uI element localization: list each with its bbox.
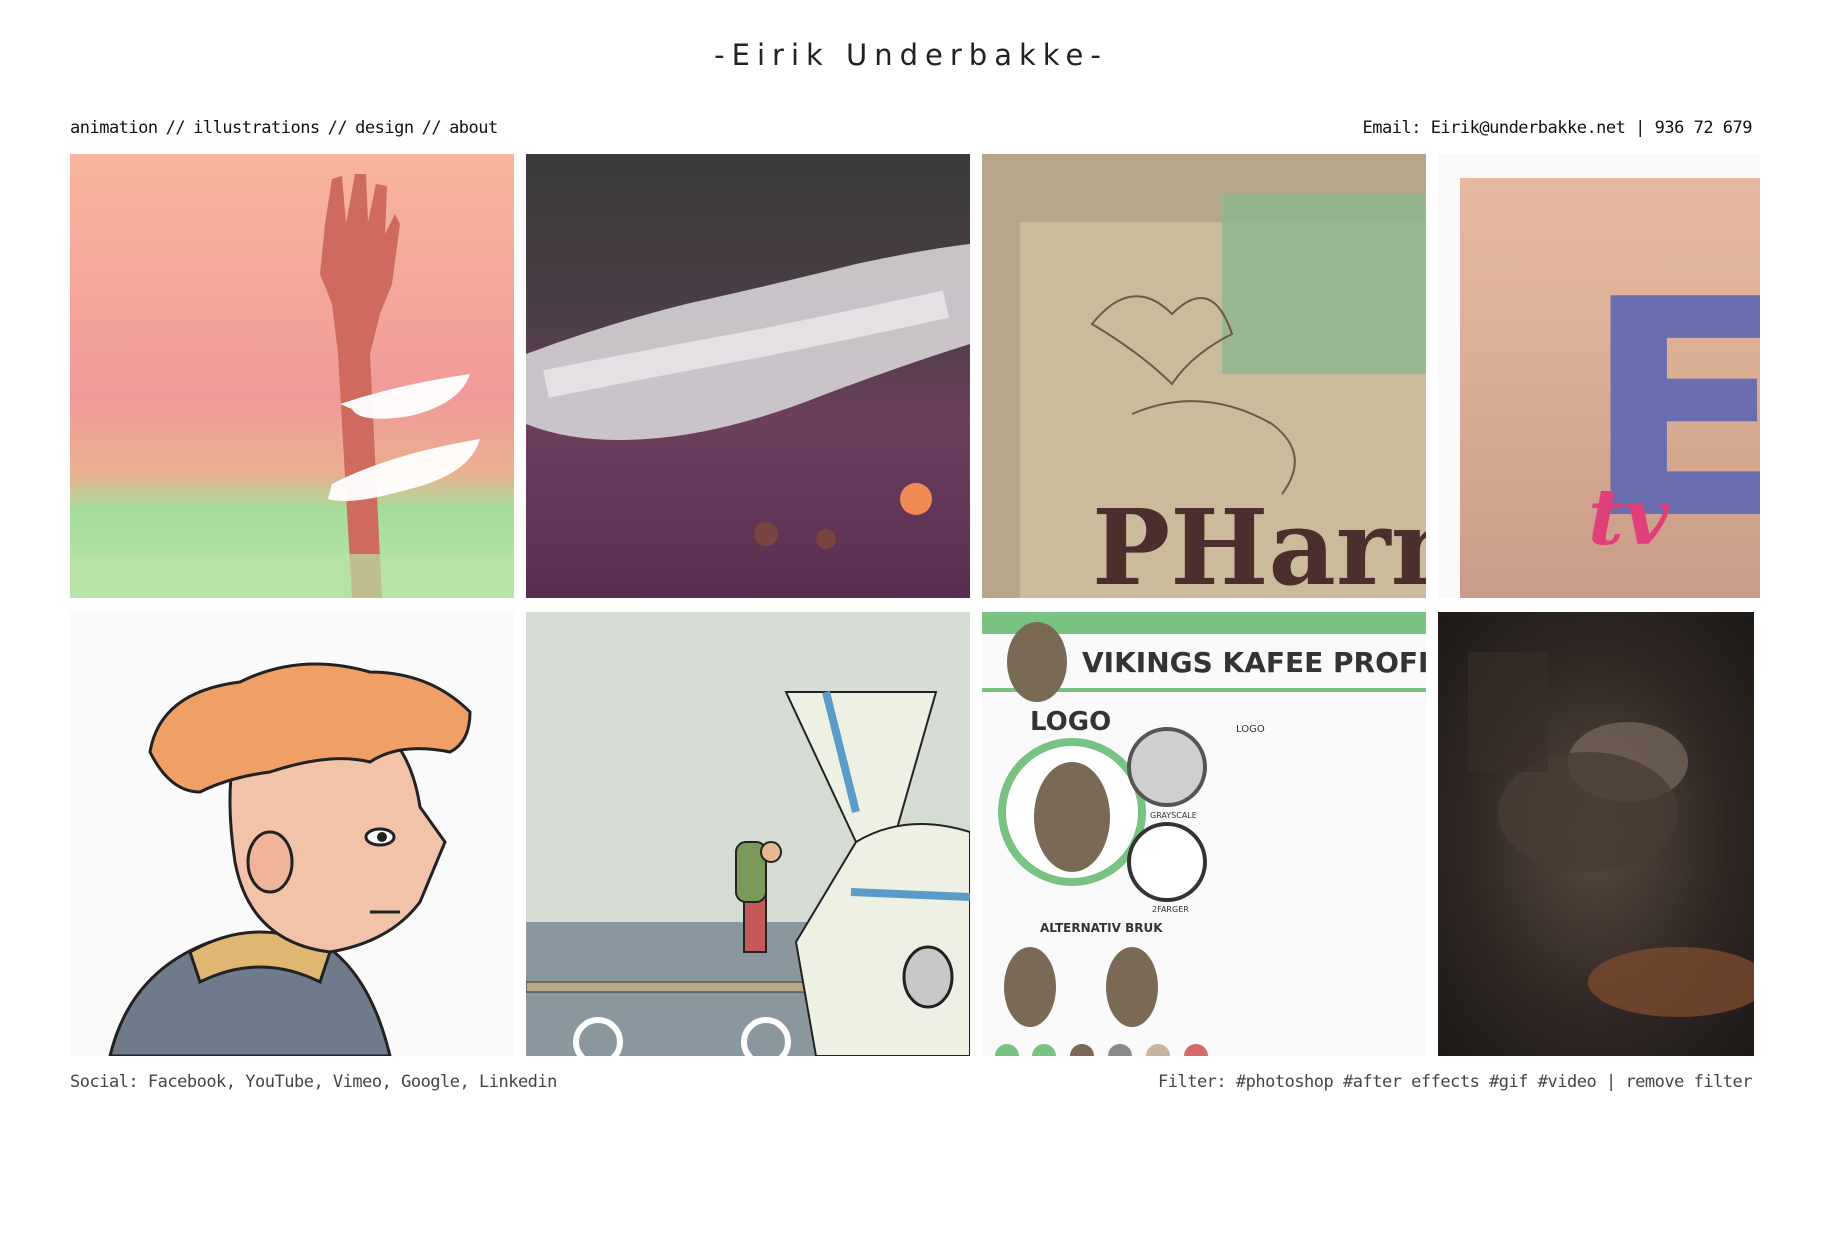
social-label: Social: xyxy=(70,1072,139,1092)
portfolio-item-traveler[interactable] xyxy=(526,612,970,1056)
contact-info: Email: Eirik@underbakke.net | 936 72 679 xyxy=(1362,118,1753,138)
filter-video[interactable]: #video xyxy=(1538,1072,1597,1092)
filter-gif[interactable]: #gif xyxy=(1489,1072,1528,1092)
nav-design[interactable]: design xyxy=(355,118,414,138)
nav-illustrations[interactable]: illustrations xyxy=(193,118,320,138)
vikings-alt-heading: ALTERNATIV BRUK xyxy=(1040,921,1163,935)
nav-animation[interactable]: animation xyxy=(70,118,158,138)
portfolio-item-pharm[interactable]: PHarm xyxy=(982,154,1426,598)
filter-bar: Filter: #photoshop #after effects #gif #… xyxy=(1158,1072,1752,1092)
filter-photoshop[interactable]: #photoshop xyxy=(1236,1072,1334,1092)
remove-filter-link[interactable]: remove filter xyxy=(1625,1072,1752,1092)
portfolio-grid: PHarm E tv xyxy=(70,154,1760,1060)
filter-divider: | xyxy=(1605,1072,1616,1092)
portfolio-item-vikings[interactable]: VIKINGS KAFEE PROFIL LOGO LOGO GRAYSCALE… xyxy=(982,612,1426,1056)
portfolio-item-portrait[interactable] xyxy=(70,612,514,1056)
smoke-illustration xyxy=(526,154,970,598)
social-google[interactable]: Google xyxy=(401,1072,460,1092)
social-vimeo[interactable]: Vimeo xyxy=(333,1072,382,1092)
nav-separator: // xyxy=(327,118,348,138)
email-link[interactable]: Eirik@underbakke.net xyxy=(1431,118,1626,138)
vikings-illustration: VIKINGS KAFEE PROFIL LOGO LOGO GRAYSCALE… xyxy=(982,612,1426,1056)
filter-label: Filter: xyxy=(1158,1072,1227,1092)
pharm-illustration: PHarm xyxy=(982,154,1426,598)
social-links: Social: Facebook, YouTube, Vimeo, Google… xyxy=(70,1072,557,1092)
vikings-logo-heading: LOGO xyxy=(1030,707,1111,737)
social-linkedin[interactable]: Linkedin xyxy=(479,1072,557,1092)
vikings-2farger: 2FARGER xyxy=(1152,905,1189,914)
main-nav: animation // illustrations // design // about xyxy=(70,118,498,138)
etv-tv: tv xyxy=(1588,472,1671,563)
nav-about[interactable]: about xyxy=(449,118,498,138)
phone-number: 936 72 679 xyxy=(1654,118,1753,138)
vikings-logo-small: LOGO xyxy=(1236,724,1265,735)
etv-illustration: E tv xyxy=(1438,154,1760,598)
portfolio-item-smoke[interactable] xyxy=(526,154,970,598)
site-title: -Eirik Underbakke- xyxy=(714,38,1108,72)
filter-after-effects[interactable]: #after effects xyxy=(1343,1072,1480,1092)
traveler-illustration xyxy=(526,612,970,1056)
vikings-grayscale: GRAYSCALE xyxy=(1150,811,1197,820)
portrait-illustration xyxy=(70,612,514,1056)
social-facebook[interactable]: Facebook xyxy=(148,1072,226,1092)
dark-photo-illustration xyxy=(1438,612,1754,1056)
portfolio-item-hand[interactable] xyxy=(70,154,514,598)
nav-separator: // xyxy=(165,118,186,138)
contact-divider: | xyxy=(1635,118,1645,138)
social-youtube[interactable]: YouTube xyxy=(245,1072,314,1092)
portfolio-item-etv[interactable]: E tv xyxy=(1438,154,1760,598)
pharm-text: PHarm xyxy=(1092,486,1426,598)
vikings-title: VIKINGS KAFEE PROFIL xyxy=(1082,646,1426,679)
portfolio-item-dark-photo[interactable] xyxy=(1438,612,1754,1056)
hand-illustration xyxy=(70,154,514,598)
nav-separator: // xyxy=(421,118,442,138)
email-label: Email: xyxy=(1362,118,1422,138)
